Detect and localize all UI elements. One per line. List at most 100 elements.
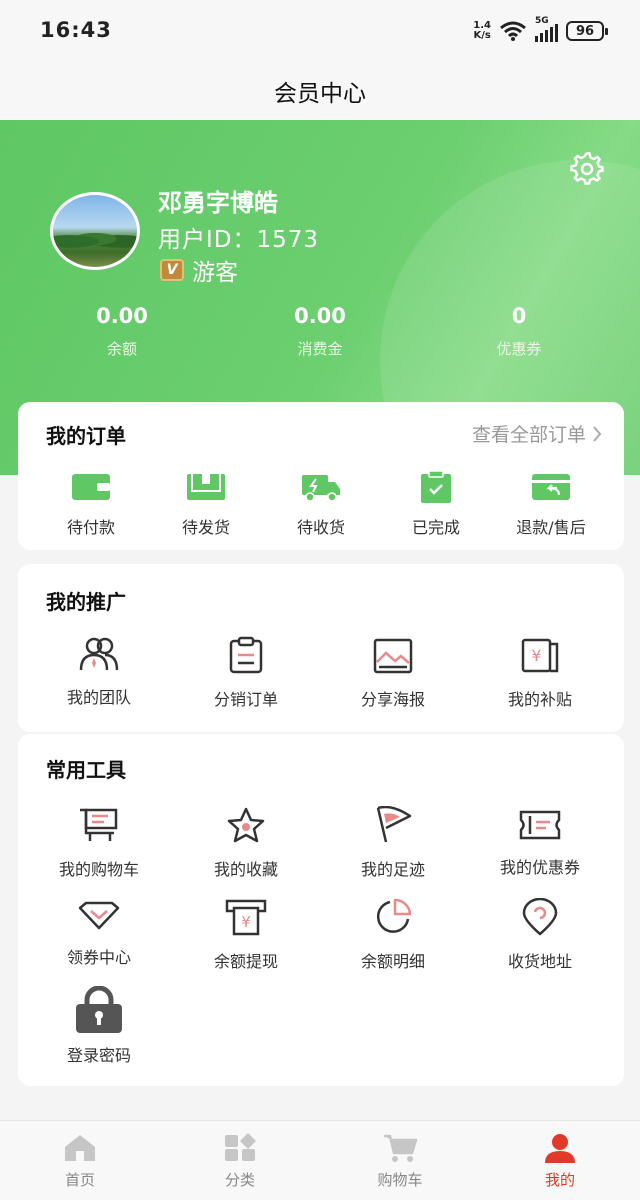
tool-withdraw[interactable]: ¥ 余额提现 xyxy=(181,898,311,972)
nav-mine[interactable]: 我的 xyxy=(500,1133,620,1190)
refund-icon xyxy=(532,474,570,500)
withdraw-icon: ¥ xyxy=(225,899,267,936)
stat-value: 0 xyxy=(511,304,527,328)
chevron-right-icon xyxy=(593,425,602,442)
promotion-title: 我的推广 xyxy=(46,590,126,614)
promo-share-poster[interactable]: 分享海报 xyxy=(328,638,458,710)
team-icon xyxy=(79,637,119,671)
nav-label: 首页 xyxy=(64,1171,95,1189)
tool-coupons[interactable]: 我的优惠券 xyxy=(475,808,605,878)
tool-label: 余额明细 xyxy=(360,952,425,971)
order-pending-payment[interactable]: 待付款 xyxy=(26,472,156,538)
star-icon xyxy=(227,807,265,843)
battery-level: 96 xyxy=(575,23,595,39)
stat-coupons[interactable]: 0 优惠券 xyxy=(439,304,599,359)
orders-card: 我的订单 查看全部订单 待付款 待发货 待收货 已完成 退款/售后 xyxy=(18,402,624,550)
user-id-value: 1573 xyxy=(256,227,320,253)
order-label: 已完成 xyxy=(411,518,460,537)
promo-label: 分销订单 xyxy=(213,690,278,709)
clipboard-check-icon xyxy=(421,470,451,503)
category-icon xyxy=(225,1133,256,1161)
tools-title: 常用工具 xyxy=(46,758,126,782)
nav-label: 我的 xyxy=(544,1171,575,1189)
view-all-orders-link[interactable]: 查看全部订单 xyxy=(472,420,602,447)
tool-coupon-center[interactable]: 领券中心 xyxy=(34,900,164,968)
stat-label: 余额 xyxy=(106,340,137,358)
svg-text:¥: ¥ xyxy=(241,913,251,931)
order-completed[interactable]: 已完成 xyxy=(371,470,501,538)
signal-icon: 5G xyxy=(535,16,558,42)
view-all-label: 查看全部订单 xyxy=(471,424,586,446)
stat-value: 0.00 xyxy=(294,304,346,328)
stat-label: 优惠券 xyxy=(496,340,542,358)
order-label: 待发货 xyxy=(181,518,230,537)
user-icon xyxy=(545,1134,575,1163)
tool-label: 余额提现 xyxy=(213,952,278,971)
poster-icon xyxy=(373,638,413,674)
battery-icon: 96 xyxy=(566,21,608,41)
promo-distribution-orders[interactable]: 分销订单 xyxy=(181,636,311,710)
tool-label: 我的收藏 xyxy=(213,860,278,879)
promo-label: 我的补贴 xyxy=(507,690,572,709)
user-id: 用户ID：1573 xyxy=(158,220,319,254)
user-role: V 游客 xyxy=(160,253,238,287)
tool-address[interactable]: 收货地址 xyxy=(475,898,605,972)
page-title: 会员中心 xyxy=(274,81,366,107)
order-label: 待收货 xyxy=(296,518,345,537)
tool-balance-details[interactable]: 余额明细 xyxy=(328,898,458,972)
tool-favorites[interactable]: 我的收藏 xyxy=(181,806,311,880)
status-indicators: 1.4 K/s 5G 96 xyxy=(473,16,608,44)
nav-home[interactable]: 首页 xyxy=(20,1133,140,1190)
order-to-ship[interactable]: 待发货 xyxy=(141,472,271,538)
stat-consumption[interactable]: 0.00 消费金 xyxy=(240,304,400,359)
status-bar: 16:43 1.4 K/s 5G 96 xyxy=(0,0,640,62)
vip-badge-icon: V xyxy=(160,259,184,281)
net-speed: 1.4 K/s xyxy=(473,21,491,41)
gear-icon[interactable] xyxy=(570,152,604,186)
box-icon xyxy=(187,474,225,500)
svg-text:¥: ¥ xyxy=(531,646,541,665)
promo-label: 我的团队 xyxy=(66,688,131,707)
tool-label: 领券中心 xyxy=(66,948,131,967)
cart-icon xyxy=(384,1134,418,1162)
order-label: 退款/售后 xyxy=(516,518,586,537)
bottom-nav: 首页 分类 购物车 我的 xyxy=(0,1120,640,1200)
wallet-icon xyxy=(72,474,110,500)
coupon-icon xyxy=(519,810,561,840)
tools-card: 常用工具 我的购物车 我的收藏 我的足迹 我的优惠券 领券中心 ¥ 余额提现 余… xyxy=(18,734,624,1086)
promo-my-team[interactable]: 我的团队 xyxy=(34,636,164,708)
avatar[interactable] xyxy=(50,192,140,270)
tool-label: 我的优惠券 xyxy=(499,858,580,877)
title-bar: 会员中心 xyxy=(0,62,640,120)
tool-cart[interactable]: 我的购物车 xyxy=(34,806,164,880)
stat-balance[interactable]: 0.00 余额 xyxy=(42,304,202,359)
nav-cart[interactable]: 购物车 xyxy=(340,1133,460,1190)
tool-label: 登录密码 xyxy=(66,1046,131,1065)
clipboard-icon xyxy=(229,636,263,674)
lock-icon xyxy=(76,986,122,1033)
user-id-label: 用户ID： xyxy=(158,227,257,253)
nav-label: 购物车 xyxy=(377,1171,423,1189)
order-label: 待付款 xyxy=(66,518,115,537)
subsidy-icon: ¥ xyxy=(521,638,559,673)
tool-footprint[interactable]: 我的足迹 xyxy=(328,806,458,880)
pie-icon xyxy=(376,898,412,933)
tool-login-password[interactable]: 登录密码 xyxy=(34,986,164,1066)
user-name: 邓勇字博皓 xyxy=(158,189,278,217)
location-icon xyxy=(522,898,558,936)
stat-value: 0.00 xyxy=(96,304,148,328)
diamond-icon xyxy=(78,901,120,930)
nav-category[interactable]: 分类 xyxy=(180,1133,300,1190)
net-speed-unit: K/s xyxy=(473,30,491,41)
network-type: 5G xyxy=(535,16,549,26)
order-refund[interactable]: 退款/售后 xyxy=(486,472,616,538)
promo-my-subsidy[interactable]: ¥ 我的补贴 xyxy=(475,636,605,710)
tool-label: 我的购物车 xyxy=(58,860,139,879)
order-to-receive[interactable]: 待收货 xyxy=(256,472,386,538)
cart-icon xyxy=(80,808,118,841)
tool-label: 收货地址 xyxy=(507,952,572,971)
wifi-icon xyxy=(500,21,526,41)
flag-icon xyxy=(376,806,412,843)
tool-label: 我的足迹 xyxy=(360,860,425,879)
orders-title: 我的订单 xyxy=(46,424,126,448)
